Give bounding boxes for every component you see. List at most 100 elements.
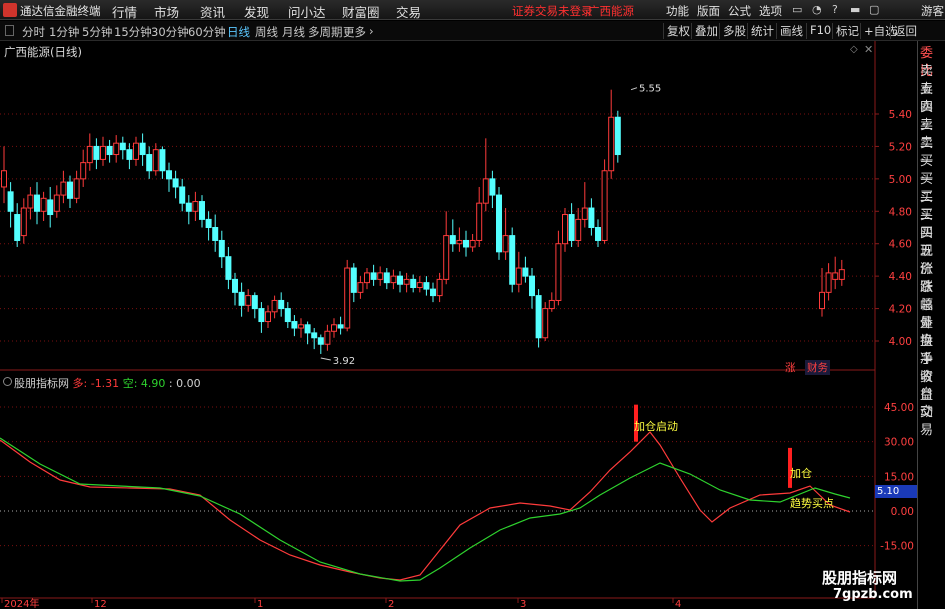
- candle-up: [555, 243, 562, 301]
- duo-label: 多: [72, 377, 84, 390]
- kline-chart[interactable]: 5.40 5.20 5.00 4.80 4.60 4.40 4.20 4.00 5.55 3.92…: [0, 0, 945, 609]
- candle-down: [463, 239, 469, 248]
- candle-up: [443, 235, 450, 280]
- duo-line: [0, 431, 851, 581]
- candle-up: [469, 239, 476, 248]
- candle-down: [119, 142, 126, 151]
- candle-up: [20, 207, 27, 237]
- indicator-legend: 股朋指标网 多: -1.31 空: 4.90 : 0.00: [14, 377, 201, 390]
- candle-down: [529, 275, 535, 297]
- candle-down: [278, 299, 285, 310]
- candle-up: [80, 162, 87, 180]
- trend-buy-label: 趋势买点: [790, 497, 834, 510]
- price-tick-label: 4.60: [889, 239, 912, 251]
- candle-down: [146, 154, 153, 172]
- value-badge: 5.10: [875, 485, 917, 498]
- extra-value: : 0.00: [168, 377, 201, 390]
- candle-down: [205, 218, 212, 228]
- candle-up: [364, 272, 370, 284]
- candle-up: [377, 272, 384, 280]
- indicator-toggle-icon[interactable]: [3, 377, 12, 386]
- candle-down: [370, 272, 377, 280]
- candle-up: [562, 214, 568, 245]
- candle-up: [271, 299, 278, 313]
- price-tick-label: 5.40: [889, 109, 912, 121]
- candle-up: [60, 181, 67, 196]
- candle-down: [159, 149, 166, 172]
- tab-rise[interactable]: 涨: [785, 360, 796, 375]
- quote-panel: 委比 卖五 卖四 卖三 卖二 卖一 买一 买二 买三 买四 买五 现价 涨跌 涨幅 总量 外盘 换手 净资 收益 自动…: [917, 41, 945, 609]
- candle-down: [410, 278, 417, 288]
- candle-up: [390, 275, 397, 284]
- high-marker: [630, 87, 638, 91]
- candle-up: [482, 178, 489, 204]
- candle-down: [509, 235, 516, 285]
- candle-down: [106, 145, 113, 156]
- candle-down: [430, 288, 436, 297]
- candle-up: [819, 291, 825, 310]
- candle-up: [86, 145, 93, 164]
- indicator-tick-label: -15.00: [880, 541, 914, 553]
- candle-up: [548, 299, 555, 310]
- candle-up: [152, 149, 159, 172]
- price-tick-label: 4.20: [889, 304, 912, 316]
- price-tick-label: 4.40: [889, 271, 912, 283]
- indicator-tick-label: 30.00: [884, 437, 914, 449]
- indicator-name: 股朋指标网: [14, 377, 69, 390]
- candle-down: [232, 278, 238, 293]
- candle-down: [423, 282, 430, 290]
- high-price-label: 5.55: [639, 84, 661, 95]
- x-axis-label: 3: [520, 599, 526, 609]
- candle-down: [397, 275, 403, 285]
- watermark-title: 股朋指标网: [822, 569, 898, 587]
- candle-up: [133, 142, 139, 160]
- kong-line: [0, 437, 851, 582]
- candle-down: [251, 295, 258, 310]
- price-tick-label: 4.00: [889, 336, 912, 348]
- low-marker: [320, 357, 331, 361]
- add-label: 加仓: [790, 466, 812, 480]
- candle-up: [324, 330, 331, 345]
- candle-down: [449, 235, 456, 245]
- candle-down: [568, 214, 575, 241]
- candle-up: [331, 324, 337, 332]
- candle-up: [192, 201, 199, 212]
- price-tick-label: 5.20: [889, 141, 912, 153]
- candle-down: [47, 199, 54, 216]
- candle-down: [14, 214, 21, 241]
- add-start-label: 加仓启动: [634, 419, 678, 433]
- candle-up: [601, 170, 608, 241]
- candle-down: [284, 308, 291, 323]
- candle-up: [608, 116, 615, 172]
- price-tick-label: 4.80: [889, 206, 912, 218]
- x-axis-label: 2024年: [4, 597, 39, 609]
- candle-up: [436, 278, 443, 297]
- candle-up: [581, 207, 588, 220]
- candle-up: [825, 272, 832, 293]
- x-axis-label: 1: [257, 599, 263, 609]
- low-price-label: 3.92: [333, 356, 355, 367]
- x-axis-label: 4: [675, 599, 681, 609]
- candle-down: [496, 194, 502, 253]
- candle-up: [416, 282, 423, 288]
- candle-up: [456, 239, 463, 245]
- candle-down: [588, 207, 595, 229]
- price-tick-label: 5.00: [889, 174, 912, 186]
- candle-down: [7, 191, 14, 212]
- watermark-url: 7gpzb.com: [833, 587, 913, 602]
- candle-down: [337, 324, 344, 329]
- candle-down: [139, 142, 146, 156]
- candle-up: [298, 324, 304, 329]
- candle-up: [502, 235, 509, 253]
- tab-finance[interactable]: 财务: [805, 360, 830, 375]
- candle-down: [350, 267, 357, 293]
- candle-down: [304, 324, 311, 334]
- candle-down: [614, 116, 621, 156]
- candle-up: [838, 269, 845, 280]
- kong-label: 空: [122, 377, 134, 390]
- candle-down: [595, 227, 601, 241]
- candle-up: [265, 311, 271, 323]
- candle-down: [166, 170, 172, 180]
- indicator-tick-label: 45.00: [884, 402, 914, 414]
- candle-down: [212, 227, 219, 241]
